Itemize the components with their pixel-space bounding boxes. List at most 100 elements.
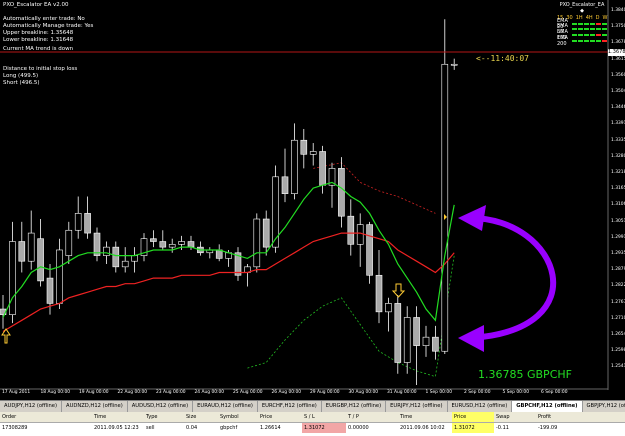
ema-status-bar bbox=[596, 39, 601, 42]
candle-body bbox=[347, 215, 355, 245]
ema-status-bar bbox=[584, 28, 589, 31]
candle-body bbox=[74, 213, 82, 231]
ea-line-auto-enter: Automatically enter trade: No bbox=[3, 16, 85, 22]
price-tick: 1.28225 bbox=[611, 283, 625, 289]
price-tick: 1.32180 bbox=[611, 170, 625, 175]
candle-body bbox=[121, 260, 129, 268]
candle-body bbox=[394, 303, 402, 363]
price-tick: 1.30510 bbox=[611, 218, 625, 224]
time-tick: 5 Sep 00:00 bbox=[502, 390, 530, 395]
candle-body bbox=[112, 246, 120, 268]
timeframe-label: 4H bbox=[585, 15, 593, 21]
candle-body bbox=[150, 238, 157, 242]
stop-lower-line bbox=[247, 255, 455, 378]
ema-status-bar bbox=[590, 39, 595, 42]
price-tick: 1.32800 bbox=[611, 153, 625, 159]
ema-status-bar bbox=[584, 33, 589, 36]
table-cell: -199.09 bbox=[538, 425, 558, 431]
column-header[interactable]: Type bbox=[144, 412, 184, 422]
ema-status-bar bbox=[572, 33, 577, 36]
column-header[interactable]: Time bbox=[398, 412, 452, 422]
candle-body bbox=[65, 229, 73, 256]
current-price-tag: 1.36785 bbox=[608, 49, 625, 56]
price-tick: 1.29915 bbox=[611, 234, 625, 240]
ema-status-bar bbox=[578, 33, 583, 36]
column-header[interactable]: Symbol bbox=[218, 412, 258, 422]
column-header[interactable]: Size bbox=[184, 412, 218, 422]
price-tick: 1.33350 bbox=[611, 137, 625, 143]
ema-legend: PXO_Escalator_EA ◆ 15 30 1H 4H D W EMA 20 EMA … bbox=[557, 2, 607, 47]
time-tick: 2 Sep 00:00 bbox=[464, 390, 491, 395]
price-tick: 1.34460 bbox=[611, 105, 625, 111]
arrow-head-lower bbox=[458, 325, 484, 352]
down-arrow-icon bbox=[391, 283, 406, 298]
legend-ema-row: EMA 200 bbox=[557, 35, 607, 47]
candle-body bbox=[178, 241, 185, 245]
table-row[interactable]: 17308289 2011.09.05 12:23 sell 0.04 gbpchf 1.… bbox=[0, 423, 625, 433]
ema-status-bar bbox=[578, 28, 583, 31]
table-cell: gbpchf bbox=[220, 425, 238, 431]
price-chart[interactable] bbox=[0, 0, 625, 400]
price-tick: 1.35040 bbox=[611, 89, 625, 94]
price-tick: 1.25980 bbox=[611, 348, 625, 354]
column-header[interactable]: Time bbox=[92, 412, 144, 422]
ema-status-bar bbox=[572, 22, 577, 25]
column-header[interactable]: Order bbox=[0, 412, 92, 422]
price-tick: 1.37505 bbox=[611, 24, 625, 30]
time-tick: 25 Aug 00:00 bbox=[233, 390, 263, 395]
table-cell: 1.31072 bbox=[302, 423, 346, 433]
candle-body bbox=[356, 224, 364, 245]
candle-body bbox=[168, 244, 176, 248]
ea-title: PXO_Escalator EA v2.00 bbox=[3, 2, 69, 8]
column-header[interactable]: Profit bbox=[536, 412, 568, 422]
candle-body bbox=[366, 224, 373, 276]
terminal-panel: Order Time Type Size Symbol Price S / LT / P Ti… bbox=[0, 412, 625, 436]
ema-status-bar bbox=[590, 28, 595, 31]
ema-status-bar bbox=[602, 39, 607, 42]
table-cell: -0.11 bbox=[496, 425, 509, 431]
ea-line-auto-manage: Automatically Manage trade: Yes bbox=[3, 23, 94, 29]
legend-ema-list: EMA 20 EMA 50 EMA 100 EMA 200 bbox=[557, 18, 607, 47]
table-cell: sell bbox=[146, 425, 155, 431]
price-tick: 1.25415 bbox=[611, 364, 625, 370]
table-cell: 1.26614 bbox=[260, 425, 281, 431]
price-tick: 1.26545 bbox=[611, 332, 625, 337]
ema-status-bar bbox=[602, 22, 607, 25]
table-cell: 0.00000 bbox=[348, 425, 369, 431]
legend-title: PXO_Escalator_EA ◆ bbox=[559, 2, 605, 14]
column-header[interactable]: Swap bbox=[494, 412, 536, 422]
price-tick: 1.31655 bbox=[611, 186, 625, 192]
ema-status-bar bbox=[602, 33, 607, 36]
candle-body bbox=[56, 249, 63, 304]
candle-body bbox=[300, 139, 308, 155]
candle-body bbox=[18, 241, 26, 262]
candle-body bbox=[375, 274, 383, 313]
price-tick: 1.35600 bbox=[611, 72, 625, 78]
ea-line-upper-breakline: Upper breakline: 1.35648 bbox=[3, 30, 74, 36]
time-tick: 22 Aug 00:00 bbox=[117, 390, 148, 395]
ema-status-bar bbox=[584, 39, 589, 42]
column-header[interactable]: S / L bbox=[302, 412, 346, 422]
ema-status-bar bbox=[596, 22, 601, 25]
ema-status-bar bbox=[590, 22, 595, 25]
candle-body bbox=[187, 241, 195, 248]
ema-status-bar bbox=[602, 28, 607, 31]
candle-body bbox=[281, 176, 289, 194]
table-cell: 2011.09.05 12:23 bbox=[94, 425, 139, 431]
ema-status-bar bbox=[596, 33, 601, 36]
time-tick: 1 Sep 00:00 bbox=[425, 390, 453, 395]
table-cell: 0.04 bbox=[186, 425, 198, 431]
candle-body bbox=[262, 218, 270, 248]
column-header[interactable]: T / P bbox=[346, 412, 398, 422]
price-tick: 1.31060 bbox=[611, 202, 625, 208]
table-cell: 1.31072 bbox=[452, 423, 494, 433]
symbol-quote: 1.36785 GBPCHF bbox=[478, 368, 572, 381]
column-header[interactable]: Price bbox=[258, 412, 302, 422]
candle-body bbox=[291, 139, 298, 194]
ema-status-bar bbox=[590, 33, 595, 36]
column-header[interactable]: Price bbox=[452, 412, 494, 422]
candle-body bbox=[131, 255, 138, 262]
time-tick: 19 Aug 00:00 bbox=[79, 390, 109, 395]
stop-distance-short: Short (496.5) bbox=[3, 80, 40, 86]
candle-body bbox=[37, 238, 44, 282]
